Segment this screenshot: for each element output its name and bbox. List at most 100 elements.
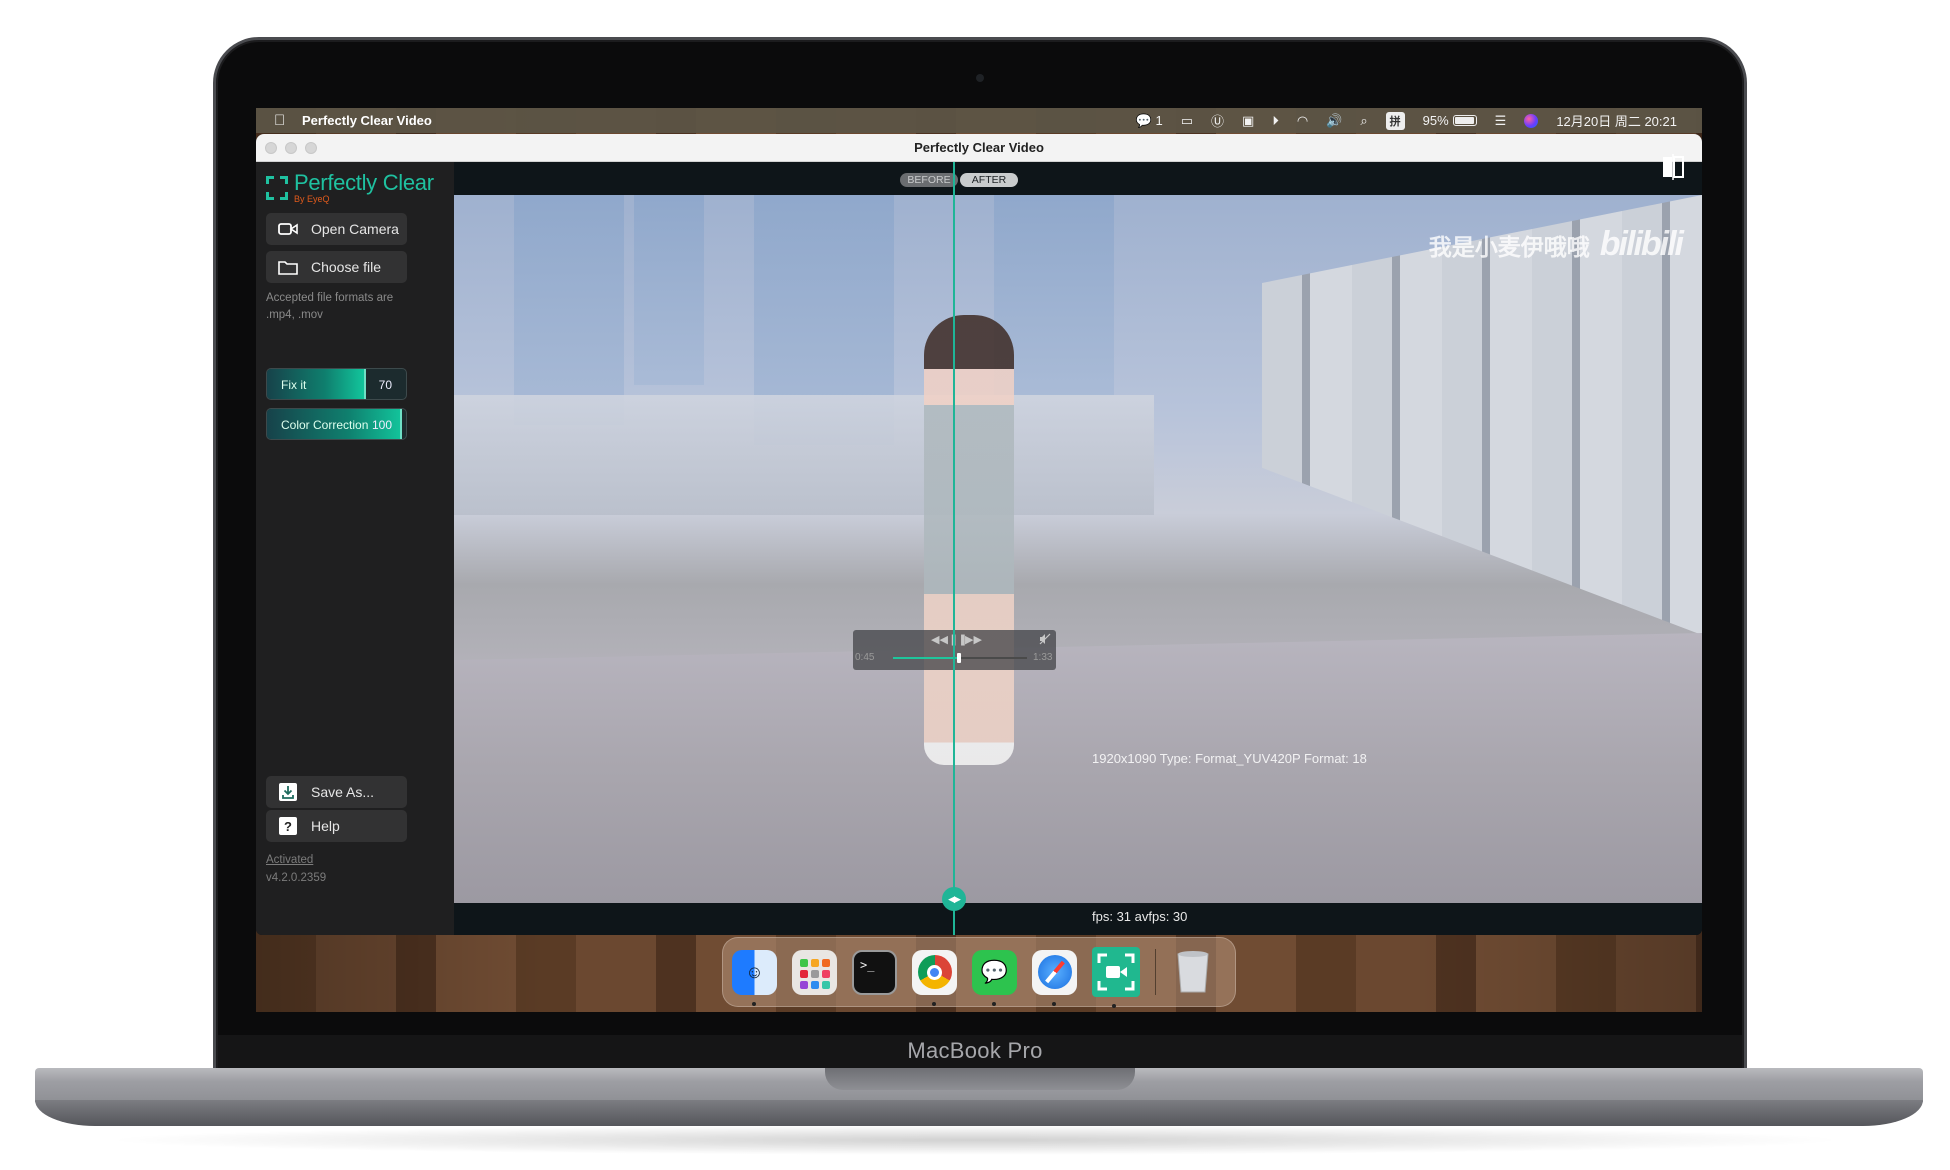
wechat-icon: 💬: [980, 959, 1009, 984]
input-method-icon[interactable]: 拼: [1377, 108, 1414, 133]
mute-icon[interactable]: [1039, 633, 1051, 648]
fix-it-label: Fix it: [281, 378, 307, 392]
help-button[interactable]: ? Help: [266, 810, 407, 842]
image-app-icon[interactable]: ▣: [1233, 108, 1263, 133]
choose-file-label: Choose file: [311, 259, 382, 275]
svg-text:?: ?: [284, 819, 292, 834]
duration: 1:33: [1033, 652, 1053, 663]
watermark-brand: bilibili: [1599, 225, 1684, 263]
color-correction-label: Color Correction: [281, 418, 369, 432]
trash-icon: [1176, 951, 1209, 993]
fps-info: fps: 31 avfps: 30: [1092, 909, 1188, 924]
video-viewer: BEFORE AFTER 我是小麦伊哦哦 bilibili ◀◀ ❚❚ ▶▶ 0…: [454, 154, 1702, 935]
dock-perfectly-clear-video[interactable]: [1092, 947, 1140, 1008]
siri-icon[interactable]: [1515, 108, 1547, 133]
running-indicator: [752, 1001, 756, 1006]
stream-info: 1920x1090 Type: Format_YUV420P Format: 1…: [1092, 751, 1367, 766]
laptop-shadow: [100, 1125, 1850, 1155]
app-logo: Perfectly Clear By EyeQ: [266, 172, 434, 204]
wechat-icon[interactable]: 💬 1: [1127, 108, 1172, 133]
perfectly-clear-video-icon: [1097, 953, 1135, 991]
screen-mirror-icon[interactable]: ▭: [1172, 108, 1202, 133]
video-frame[interactable]: 我是小麦伊哦哦 bilibili ◀◀ ❚❚ ▶▶ 0:45 1:33 1920…: [454, 195, 1702, 903]
video-camera-icon: [278, 221, 298, 237]
search-icon[interactable]: ⌕: [1351, 108, 1376, 133]
forward-button[interactable]: ▶▶: [965, 633, 982, 646]
running-indicator: [1052, 1001, 1056, 1006]
after-label: AFTER: [960, 173, 1018, 187]
seek-bar-progress: [893, 657, 959, 659]
rewind-button[interactable]: ◀◀: [931, 633, 948, 646]
battery-icon: [1452, 115, 1477, 126]
wifi-icon[interactable]: ◠: [1288, 108, 1317, 133]
window-titlebar[interactable]: Perfectly Clear Video: [256, 134, 1702, 162]
dock-launchpad[interactable]: [792, 949, 837, 995]
wechat-badge-count: 1: [1155, 113, 1163, 128]
seek-bar-thumb[interactable]: [956, 653, 961, 663]
split-view-toggle-icon[interactable]: [1662, 154, 1684, 180]
running-indicator: [992, 1001, 996, 1006]
control-center-icon[interactable]: ☰: [1486, 108, 1516, 133]
dock-trash[interactable]: [1170, 950, 1215, 995]
u-app-icon[interactable]: Ⓤ: [1202, 108, 1233, 133]
video-scene-lowrise: [454, 395, 1154, 515]
seek-bar[interactable]: [893, 653, 1027, 663]
color-correction-value: 100: [371, 418, 392, 432]
battery-percent: 95%: [1422, 113, 1449, 128]
open-camera-label: Open Camera: [311, 221, 399, 237]
menu-bar-status-area: 💬 1 ▭ Ⓤ ▣ ⏵ ◠ 🔊 ⌕ 拼 95% ☰ 12月20日 周二 20:2…: [1127, 108, 1686, 133]
play-icon[interactable]: ⏵: [1263, 108, 1288, 133]
before-after-divider[interactable]: [953, 162, 955, 935]
save-as-button[interactable]: Save As...: [266, 776, 407, 808]
dock-wechat[interactable]: 💬: [972, 949, 1017, 1006]
dock-finder[interactable]: ☺: [732, 949, 777, 1006]
laptop-base-lower: [35, 1100, 1923, 1126]
save-as-label: Save As...: [311, 784, 375, 800]
activation-status-link[interactable]: Activated: [266, 854, 313, 866]
fix-it-thumb[interactable]: [364, 369, 367, 399]
video-scene-building: [634, 195, 704, 385]
logo-tagline: By EyeQ: [294, 194, 330, 204]
accepted-formats-hint: Accepted file formats are .mp4, .mov: [266, 292, 394, 321]
dock-separator: [1155, 949, 1156, 995]
app-version: v4.2.0.2359: [266, 872, 327, 884]
video-watermark: 我是小麦伊哦哦 bilibili: [1428, 225, 1684, 264]
running-indicator: [932, 1001, 936, 1006]
color-correction-thumb[interactable]: [400, 409, 403, 439]
desktop-photo:  Perfectly Clear Video 💬 1 ▭ Ⓤ ▣ ⏵ ◠ 🔊 …: [0, 0, 1950, 1170]
dock-terminal[interactable]: >_: [852, 949, 897, 995]
video-scene-ground: [454, 633, 1702, 903]
choose-file-button[interactable]: Choose file: [266, 251, 407, 283]
color-correction-slider[interactable]: Color Correction 100: [266, 408, 407, 440]
fix-it-value: 70: [378, 378, 392, 392]
finder-icon: ☺: [745, 961, 764, 982]
volume-icon[interactable]: 🔊: [1317, 108, 1351, 133]
chrome-icon: [917, 955, 952, 989]
dock-safari[interactable]: [1032, 949, 1077, 1006]
dock-chrome[interactable]: [912, 949, 957, 1006]
folder-icon: [278, 259, 298, 275]
running-indicator: [1112, 1004, 1116, 1008]
divider-drag-handle[interactable]: ◀▶: [942, 887, 966, 911]
laptop-opening-notch: [825, 1068, 1135, 1090]
fix-it-slider[interactable]: Fix it 70: [266, 368, 407, 400]
help-icon: ?: [278, 817, 298, 835]
menu-bar:  Perfectly Clear Video 💬 1 ▭ Ⓤ ▣ ⏵ ◠ 🔊 …: [256, 108, 1702, 133]
watermark-text: 我是小麦伊哦哦: [1428, 233, 1590, 260]
menu-clock[interactable]: 12月20日 周二 20:21: [1547, 108, 1686, 133]
app-window: Perfectly Clear Video Perfectly Clear By…: [256, 134, 1702, 935]
terminal-prompt-icon: >_: [860, 957, 875, 972]
battery-status[interactable]: 95%: [1414, 108, 1486, 133]
before-label: BEFORE: [900, 173, 958, 187]
open-camera-button[interactable]: Open Camera: [266, 213, 407, 245]
apple-menu-icon[interactable]: : [274, 112, 288, 129]
info-bar: fps: 31 avfps: 30: [454, 903, 1702, 935]
help-label: Help: [311, 818, 340, 834]
screen:  Perfectly Clear Video 💬 1 ▭ Ⓤ ▣ ⏵ ◠ 🔊 …: [256, 108, 1702, 1012]
dock: ☺ >_ 💬: [722, 937, 1236, 1008]
current-time: 0:45: [855, 652, 875, 663]
before-after-bar: BEFORE AFTER: [454, 162, 1702, 195]
menu-app-name[interactable]: Perfectly Clear Video: [302, 113, 432, 128]
device-brand-label: MacBook Pro: [907, 1038, 1043, 1063]
logo-frame-icon: [266, 176, 288, 200]
